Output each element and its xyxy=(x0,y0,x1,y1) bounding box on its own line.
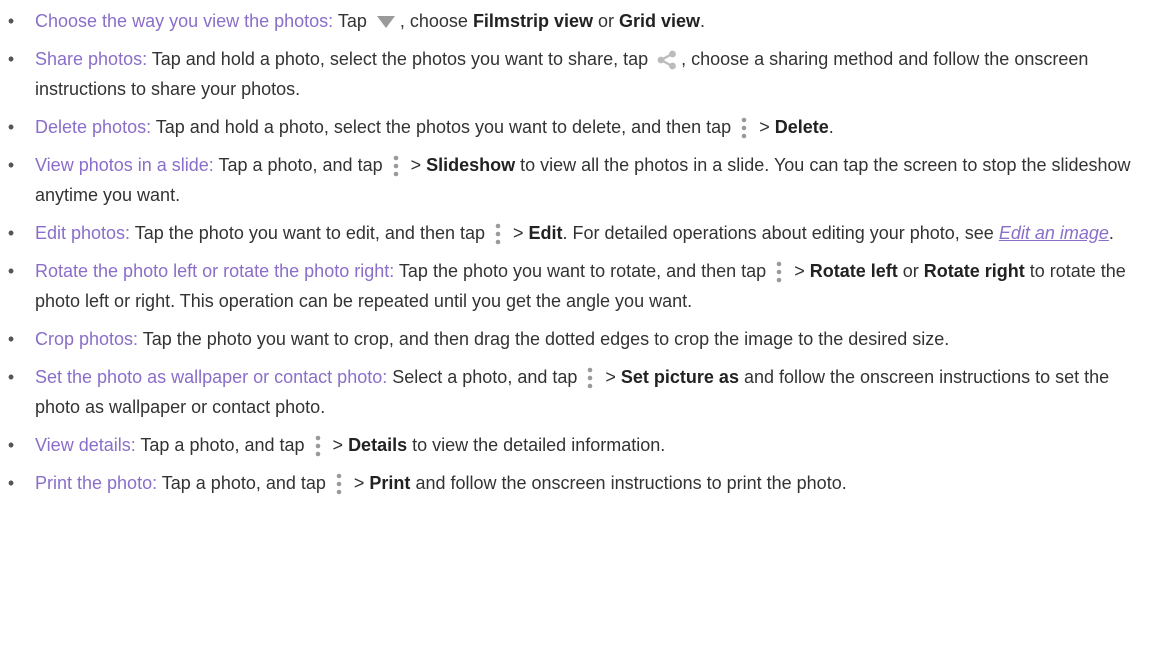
item-heading: Share photos: xyxy=(35,49,148,69)
more-vert-icon xyxy=(775,261,783,283)
bullet: • xyxy=(7,473,15,493)
more-vert-icon xyxy=(586,367,594,389)
bullet: • xyxy=(7,117,15,137)
list-item-set-picture: • Set the photo as wallpaper or contact … xyxy=(5,362,1139,422)
item-heading: Choose the way you view the photos: xyxy=(35,11,334,31)
bullet: • xyxy=(7,367,15,387)
list-item-crop: • Crop photos: Tap the photo you want to… xyxy=(5,324,1139,354)
item-text: to view the detailed information. xyxy=(407,435,666,455)
item-bold: Grid view xyxy=(619,11,701,31)
item-text: Tap xyxy=(333,11,372,31)
item-bold: Set picture as xyxy=(620,367,739,387)
bullet: • xyxy=(7,329,15,349)
item-bold: Slideshow xyxy=(426,155,516,175)
bullet: • xyxy=(7,11,15,31)
item-text: > xyxy=(789,261,810,281)
item-text: > xyxy=(600,367,621,387)
item-bold: Print xyxy=(369,473,411,493)
list-item-delete: • Delete photos: Tap and hold a photo, s… xyxy=(5,112,1139,142)
list-item-slideshow: • View photos in a slide: Tap a photo, a… xyxy=(5,150,1139,210)
item-text: . For detailed operations about editing … xyxy=(562,223,999,243)
bullet: • xyxy=(7,49,15,69)
item-heading: Edit photos: xyxy=(35,223,131,243)
photo-tips-list: • Choose the way you view the photos: Ta… xyxy=(5,6,1139,498)
item-text: > xyxy=(754,117,775,137)
item-bold: Filmstrip view xyxy=(472,11,593,31)
item-text: Tap a photo, and tap xyxy=(135,435,310,455)
item-text: > xyxy=(327,435,349,455)
item-text: > xyxy=(405,155,427,175)
triangle-down-icon xyxy=(376,15,396,29)
item-heading: Rotate the photo left or rotate the phot… xyxy=(35,261,395,281)
item-bold: Edit xyxy=(528,223,563,243)
item-heading: Print the photo: xyxy=(35,473,158,493)
list-item-edit: • Edit photos: Tap the photo you want to… xyxy=(5,218,1139,248)
item-text: Tap a photo, and tap xyxy=(213,155,388,175)
item-bold: Rotate right xyxy=(923,261,1025,281)
bullet: • xyxy=(7,435,15,455)
list-item-view-mode: • Choose the way you view the photos: Ta… xyxy=(5,6,1139,36)
item-text: Tap and hold a photo, select the photos … xyxy=(147,49,654,69)
item-text: > xyxy=(508,223,529,243)
item-text: Tap the photo you want to edit, and then… xyxy=(130,223,491,243)
more-vert-icon xyxy=(335,473,343,495)
item-text: . xyxy=(700,11,706,31)
item-bold: Delete xyxy=(774,117,829,137)
item-text: , choose xyxy=(399,11,473,31)
list-item-share: • Share photos: Tap and hold a photo, se… xyxy=(5,44,1139,104)
item-text: or xyxy=(592,11,619,31)
item-heading: Set the photo as wallpaper or contact ph… xyxy=(35,367,388,387)
more-vert-icon xyxy=(392,155,400,177)
item-text: . xyxy=(1108,223,1114,243)
item-heading: Delete photos: xyxy=(35,117,152,137)
item-text: . xyxy=(828,117,834,137)
item-text: Tap and hold a photo, select the photos … xyxy=(151,117,737,137)
bullet: • xyxy=(7,223,15,243)
list-item-print: • Print the photo: Tap a photo, and tap … xyxy=(5,468,1139,498)
item-bold: Details xyxy=(348,435,408,455)
item-text: and follow the onscreen instructions to … xyxy=(410,473,847,493)
more-vert-icon xyxy=(494,223,502,245)
item-text: or xyxy=(897,261,924,281)
document-page: • Choose the way you view the photos: Ta… xyxy=(0,0,1153,645)
item-text: Select a photo, and tap xyxy=(387,367,583,387)
share-icon xyxy=(657,50,677,70)
item-heading: Crop photos: xyxy=(35,329,139,349)
bullet: • xyxy=(7,261,15,281)
item-text: > xyxy=(348,473,370,493)
more-vert-icon xyxy=(314,435,322,457)
edit-image-link[interactable]: Edit an image xyxy=(999,223,1109,243)
item-text: Tap a photo, and tap xyxy=(157,473,331,493)
item-text: Tap the photo you want to rotate, and th… xyxy=(394,261,772,281)
more-vert-icon xyxy=(740,117,748,139)
bullet: • xyxy=(7,155,15,175)
item-heading: View details: xyxy=(35,435,136,455)
item-heading: View photos in a slide: xyxy=(35,155,214,175)
list-item-details: • View details: Tap a photo, and tap > D… xyxy=(5,430,1139,460)
item-bold: Rotate left xyxy=(809,261,898,281)
item-text: Tap the photo you want to crop, and then… xyxy=(138,329,950,349)
list-item-rotate: • Rotate the photo left or rotate the ph… xyxy=(5,256,1139,316)
